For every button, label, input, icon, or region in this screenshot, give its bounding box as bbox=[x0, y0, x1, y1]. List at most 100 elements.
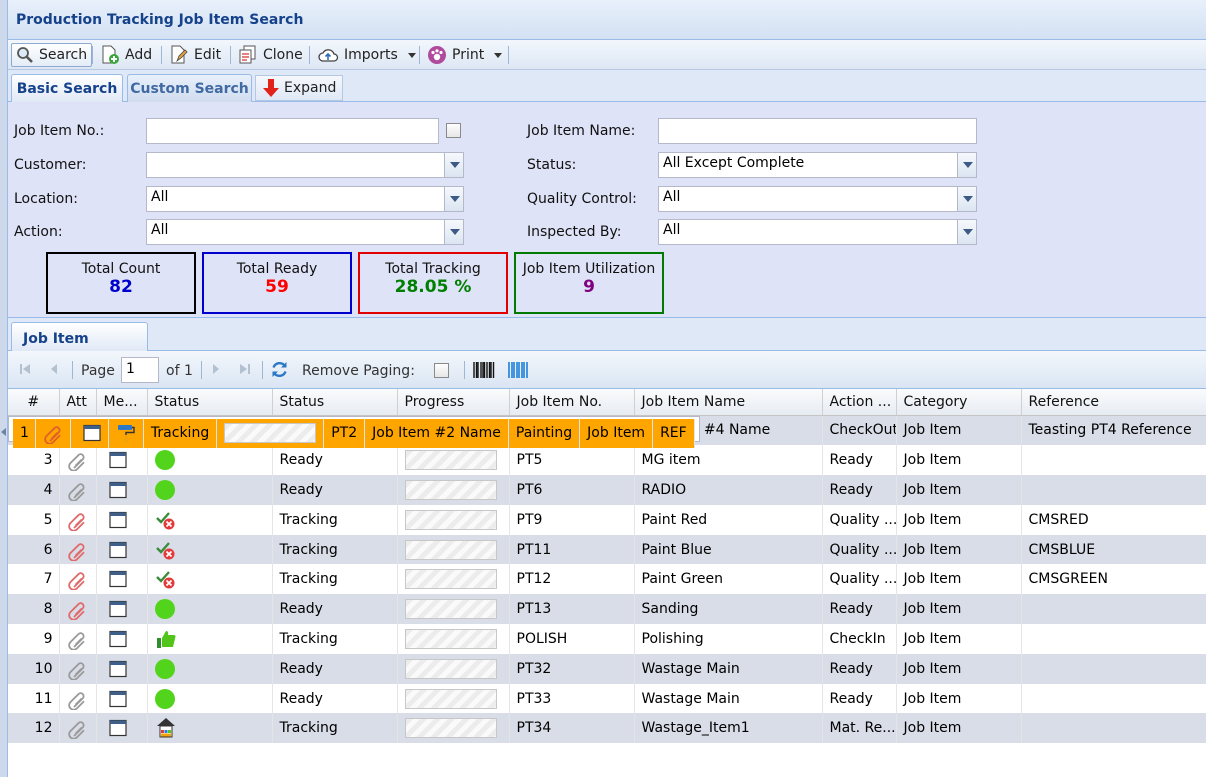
table-row[interactable]: 9 Tracking POLISH Polishing CheckIn Job Item bbox=[8, 624, 1206, 654]
attachment-cell[interactable] bbox=[59, 564, 97, 595]
last-page-icon[interactable] bbox=[238, 362, 252, 376]
memo-icon[interactable] bbox=[108, 571, 127, 588]
table-row[interactable]: 7 Tracking PT12 Paint Green Quality ... Job I… bbox=[8, 564, 1206, 595]
column-header-progress[interactable]: Progress bbox=[397, 389, 510, 416]
column-header-status[interactable]: Status bbox=[272, 389, 398, 416]
collapsed-side-panel[interactable] bbox=[0, 0, 8, 777]
clone-button[interactable]: Clone bbox=[234, 43, 307, 67]
table-row[interactable]: 11 Ready PT33 Wastage Main Ready Job Item bbox=[8, 683, 1206, 714]
attachment-cell[interactable] bbox=[59, 683, 97, 714]
attachment-cell[interactable] bbox=[59, 653, 97, 684]
memo-icon[interactable] bbox=[108, 481, 127, 499]
paperclip-icon[interactable] bbox=[67, 452, 87, 472]
chevron-down-icon[interactable] bbox=[957, 187, 976, 211]
memo-cell[interactable] bbox=[96, 534, 148, 565]
tab-basic-search[interactable]: Basic Search bbox=[11, 74, 123, 103]
paperclip-icon[interactable] bbox=[67, 542, 87, 561]
memo-icon[interactable] bbox=[108, 541, 127, 558]
tab-job-item[interactable]: Job Item bbox=[11, 322, 148, 352]
column-header-action[interactable]: Action ... bbox=[822, 389, 897, 416]
table-row[interactable]: 4 Ready PT6 RADIO Ready Job Item bbox=[8, 475, 1206, 505]
search-button[interactable]: Search bbox=[11, 43, 93, 67]
memo-icon[interactable] bbox=[108, 720, 127, 737]
attachment-cell[interactable] bbox=[59, 504, 97, 535]
previous-page-icon[interactable] bbox=[48, 362, 60, 376]
memo-cell[interactable] bbox=[96, 504, 148, 535]
table-row[interactable]: 12 Tracking PT34 Wastage_Item1 Mat. Re... Job… bbox=[8, 713, 1206, 744]
table-row[interactable]: 3 Ready PT5 MG item Ready Job Item bbox=[8, 445, 1206, 476]
memo-icon[interactable] bbox=[83, 425, 101, 442]
print-button[interactable]: Print bbox=[423, 43, 506, 67]
remove-paging-checkbox[interactable] bbox=[434, 363, 449, 378]
expand-button[interactable]: Expand bbox=[255, 75, 344, 101]
column-header-reference[interactable]: Reference bbox=[1021, 389, 1206, 416]
attachment-cell[interactable] bbox=[59, 713, 97, 744]
edit-button[interactable]: Edit bbox=[165, 43, 225, 67]
inspected-by-select[interactable]: All bbox=[658, 219, 977, 245]
memo-icon[interactable] bbox=[108, 511, 127, 528]
paperclip-icon[interactable] bbox=[67, 482, 87, 501]
memo-cell[interactable] bbox=[70, 418, 109, 449]
table-row[interactable]: 8 Ready PT13 Sanding Ready Job Item bbox=[8, 594, 1206, 625]
memo-icon[interactable] bbox=[108, 630, 127, 648]
column-header-status-icon[interactable]: Status bbox=[147, 389, 273, 416]
table-row[interactable]: 1 Tracking PT2 Job Item #2 Name Painting Job … bbox=[8, 415, 700, 449]
memo-icon[interactable] bbox=[108, 660, 127, 677]
memo-cell[interactable] bbox=[96, 713, 148, 744]
expand-arrow-icon[interactable] bbox=[1, 428, 6, 436]
barcode-icon[interactable] bbox=[473, 362, 495, 378]
job-item-no-input[interactable] bbox=[146, 118, 439, 144]
table-row[interactable]: 10 Ready PT32 Wastage Main Ready Job Item bbox=[8, 653, 1206, 684]
status-select[interactable]: All Except Complete bbox=[658, 152, 977, 178]
attachment-cell[interactable] bbox=[59, 594, 97, 625]
add-button[interactable]: Add bbox=[96, 43, 156, 67]
attachment-cell[interactable] bbox=[59, 624, 97, 654]
memo-icon[interactable] bbox=[108, 452, 127, 469]
column-header-job-item-name[interactable]: Job Item Name bbox=[634, 389, 823, 416]
memo-cell[interactable] bbox=[96, 624, 148, 654]
memo-icon[interactable] bbox=[108, 601, 127, 618]
imports-button[interactable]: Imports bbox=[313, 43, 420, 67]
action-select[interactable]: All bbox=[146, 219, 464, 245]
attachment-cell[interactable] bbox=[59, 534, 97, 565]
paperclip-icon[interactable] bbox=[67, 661, 87, 680]
chevron-down-icon[interactable] bbox=[957, 220, 976, 244]
customer-select[interactable] bbox=[146, 152, 464, 178]
paperclip-icon[interactable] bbox=[67, 720, 87, 740]
quality-control-select[interactable]: All bbox=[658, 186, 977, 212]
memo-icon[interactable] bbox=[108, 690, 127, 707]
paperclip-icon[interactable] bbox=[67, 631, 87, 650]
paperclip-icon[interactable] bbox=[67, 691, 87, 710]
column-header-category[interactable]: Category bbox=[896, 389, 1022, 416]
memo-cell[interactable] bbox=[96, 653, 148, 684]
paperclip-icon[interactable] bbox=[67, 601, 87, 621]
paperclip-icon[interactable] bbox=[67, 512, 87, 531]
memo-cell[interactable] bbox=[96, 475, 148, 505]
job-item-name-input[interactable] bbox=[658, 118, 977, 144]
barcode-blue-icon[interactable] bbox=[508, 362, 530, 378]
page-number-input[interactable]: 1 bbox=[121, 357, 159, 383]
column-header-memo[interactable]: Me... bbox=[96, 389, 148, 416]
chevron-down-icon[interactable] bbox=[444, 220, 463, 244]
memo-cell[interactable] bbox=[96, 445, 148, 476]
attachment-cell[interactable] bbox=[35, 418, 71, 449]
column-header-number[interactable]: # bbox=[8, 389, 60, 416]
memo-cell[interactable] bbox=[96, 683, 148, 714]
chevron-down-icon[interactable] bbox=[444, 153, 463, 177]
column-header-attachment[interactable]: Att bbox=[59, 389, 97, 416]
attachment-cell[interactable] bbox=[59, 475, 97, 505]
attachment-cell[interactable] bbox=[59, 445, 97, 476]
first-page-icon[interactable] bbox=[18, 362, 32, 376]
table-row[interactable]: 6 Tracking PT11 Paint Blue Quality ... Job It… bbox=[8, 534, 1206, 565]
paperclip-icon[interactable] bbox=[43, 425, 63, 445]
memo-cell[interactable] bbox=[96, 594, 148, 625]
tab-custom-search[interactable]: Custom Search bbox=[127, 74, 252, 103]
column-header-job-item-no[interactable]: Job Item No. bbox=[509, 389, 635, 416]
refresh-icon[interactable] bbox=[270, 360, 289, 379]
table-row[interactable]: 5 Tracking PT9 Paint Red Quality ... Job Item… bbox=[8, 504, 1206, 535]
paperclip-icon[interactable] bbox=[67, 571, 87, 591]
memo-cell[interactable] bbox=[96, 564, 148, 595]
next-page-icon[interactable] bbox=[210, 362, 222, 376]
job-item-no-checkbox[interactable] bbox=[446, 123, 461, 138]
location-select[interactable]: All bbox=[146, 186, 464, 212]
